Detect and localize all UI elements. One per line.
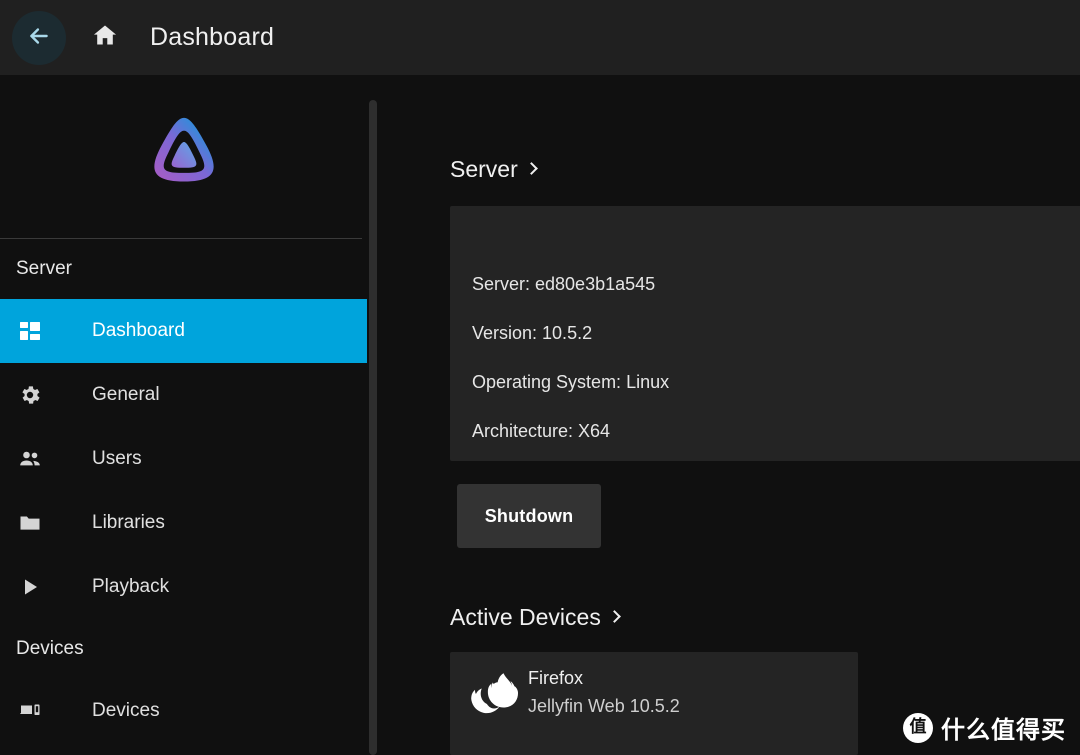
folder-icon <box>0 511 60 535</box>
sidebar-item-devices[interactable]: Devices <box>0 679 368 743</box>
nav-section-header-devices: Devices <box>16 638 84 659</box>
home-button[interactable] <box>83 16 127 60</box>
sidebar-item-label: Libraries <box>92 512 165 533</box>
server-info-operating-system: Operating System: Linux <box>472 372 670 392</box>
server-info-version: Version: 10.5.2 <box>472 323 593 343</box>
nav-section-header-server: Server <box>16 258 72 279</box>
main-content: Server Server: ed80e3b1a545 Version: 10.… <box>378 75 1080 755</box>
sidebar-item-label: Users <box>92 448 142 469</box>
server-info-architecture: Architecture: X64 <box>472 421 611 441</box>
active-devices-section-heading[interactable]: Active Devices <box>450 604 621 631</box>
device-name: Firefox <box>528 668 584 688</box>
sidebar-scrollbar[interactable] <box>369 100 377 755</box>
app-header: Dashboard <box>0 0 1080 75</box>
sidebar-logo[interactable] <box>0 75 368 238</box>
people-icon <box>0 447 60 471</box>
sidebar-item-libraries[interactable]: Libraries <box>0 491 368 555</box>
device-client: Jellyfin Web 10.5.2 <box>528 696 680 716</box>
server-info-server-id: Server: ed80e3b1a545 <box>472 274 656 294</box>
sidebar-item-label: Dashboard <box>92 320 185 341</box>
back-button[interactable] <box>12 10 66 65</box>
dashboard-grid-icon <box>0 319 60 343</box>
server-heading-label: Server <box>450 156 518 182</box>
server-section-heading[interactable]: Server <box>450 156 538 183</box>
chevron-right-icon <box>524 162 538 175</box>
shutdown-button[interactable]: Shutdown <box>457 484 601 548</box>
sidebar-item-general[interactable]: General <box>0 363 368 427</box>
jellyfin-logo-icon <box>141 111 227 202</box>
sidebar-item-label: Playback <box>92 576 170 597</box>
firefox-icon <box>467 668 519 720</box>
page-title: Dashboard <box>150 23 275 51</box>
play-triangle-icon <box>0 575 60 599</box>
devices-icon <box>0 699 60 723</box>
sidebar-item-users[interactable]: Users <box>0 427 368 491</box>
sidebar-item-dashboard[interactable]: Dashboard <box>0 299 367 363</box>
chevron-right-icon <box>607 610 621 623</box>
server-info-card: Server: ed80e3b1a545 Version: 10.5.2 Ope… <box>450 206 1080 461</box>
gear-icon <box>0 383 60 407</box>
active-devices-heading-label: Active Devices <box>450 604 601 630</box>
sidebar-item-playback[interactable]: Playback <box>0 555 368 619</box>
active-device-card[interactable]: Firefox Jellyfin Web 10.5.2 <box>450 652 858 755</box>
sidebar-item-label: Devices <box>92 700 160 721</box>
sidebar-navigation: Server Dashboard General Users Libraries… <box>0 75 368 755</box>
sidebar-item-label: General <box>92 384 160 405</box>
arrow-left-icon <box>26 23 52 52</box>
home-icon <box>92 22 118 53</box>
